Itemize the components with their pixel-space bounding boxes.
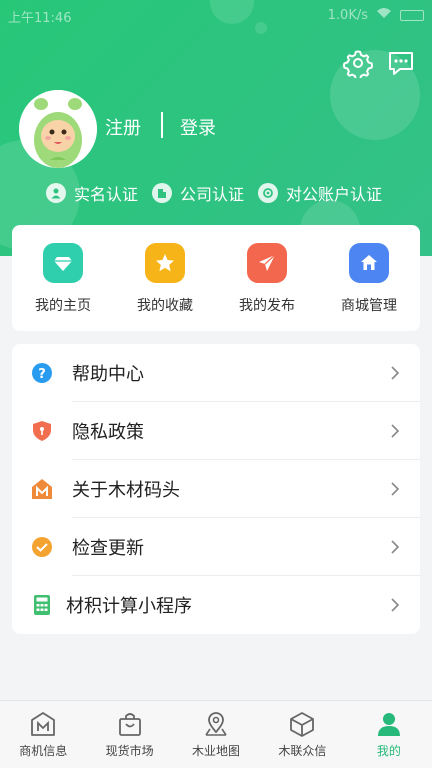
menu-label: 材积计算小程序 (66, 596, 192, 617)
chevron-right-icon (390, 365, 400, 381)
cert-real-name[interactable]: 实名认证 (46, 181, 138, 205)
register-link[interactable]: 注册 (105, 114, 141, 140)
cert-company[interactable]: 公司认证 (152, 181, 244, 205)
tab-spot-market[interactable]: 现货市场 (86, 701, 172, 768)
cert-public-account[interactable]: 对公账户认证 (258, 181, 382, 205)
tab-label: 我的 (376, 744, 401, 758)
tab-mine[interactable]: 我的 (346, 701, 432, 768)
chevron-right-icon (390, 597, 400, 613)
cert-label: 实名认证 (74, 185, 139, 204)
company-icon (152, 183, 173, 203)
settings-menu-card: ? 帮助中心 隐私政策 关于木材码头 检查更新 材积计算小程序 (12, 344, 420, 634)
tab-wood-map[interactable]: 木业地图 (173, 701, 259, 768)
quick-label: 我的收藏 (137, 298, 193, 314)
auth-divider (161, 112, 163, 138)
chevron-right-icon (390, 423, 400, 439)
star-icon (145, 243, 185, 283)
account-icon (258, 183, 279, 203)
message-icon[interactable] (386, 48, 416, 78)
bag-icon (116, 710, 144, 738)
menu-help-center[interactable]: ? 帮助中心 (12, 344, 420, 402)
menu-volume-calculator[interactable]: 材积计算小程序 (12, 576, 420, 634)
tab-business-info[interactable]: 商机信息 (0, 701, 86, 768)
quick-label: 我的发布 (239, 298, 295, 314)
quick-label: 商城管理 (341, 298, 397, 314)
cert-label: 对公账户认证 (286, 185, 383, 204)
check-icon (31, 536, 53, 558)
help-icon: ? (31, 362, 53, 384)
logo-m-icon (31, 478, 53, 500)
menu-label: 关于木材码头 (72, 480, 180, 501)
status-bar: 上午11:46 1.0K/s (0, 0, 432, 30)
menu-label: 检查更新 (72, 538, 144, 559)
shield-icon (31, 420, 53, 442)
tab-label: 木业地图 (192, 744, 241, 758)
quick-my-favorites[interactable]: 我的收藏 (114, 225, 216, 331)
tab-label: 木联众信 (278, 744, 327, 758)
quick-store-management[interactable]: 商城管理 (318, 225, 420, 331)
bottom-tab-bar: 商机信息 现货市场 木业地图 木联众信 我的 (0, 700, 432, 768)
tab-label: 现货市场 (105, 744, 154, 758)
quick-actions-card: 我的主页 我的收藏 我的发布 商城管理 (12, 225, 420, 331)
status-icons: 1.0K/s (328, 7, 424, 23)
wifi-icon (376, 7, 392, 23)
diamond-icon (43, 243, 83, 283)
network-speed: 1.0K/s (327, 7, 368, 23)
quick-label: 我的主页 (35, 298, 91, 314)
login-link[interactable]: 登录 (180, 114, 216, 140)
m-box-icon (29, 710, 57, 738)
svg-text:?: ? (38, 367, 46, 382)
status-time: 上午11:46 (8, 11, 72, 26)
cert-label: 公司认证 (180, 185, 245, 204)
person-icon (46, 183, 66, 203)
chevron-right-icon (390, 481, 400, 497)
battery-icon (400, 9, 424, 21)
user-icon (375, 710, 403, 738)
map-icon (202, 710, 230, 738)
profile-header: 上午11:46 1.0K/s 注册 登录 实名认证 公司认证 对公账户认证 (0, 0, 432, 256)
menu-label: 隐私政策 (72, 422, 144, 443)
menu-check-update[interactable]: 检查更新 (12, 518, 420, 576)
cube-icon (288, 710, 316, 738)
menu-about[interactable]: 关于木材码头 (12, 460, 420, 518)
send-icon (247, 243, 287, 283)
avatar[interactable] (19, 90, 97, 168)
chevron-right-icon (390, 539, 400, 555)
quick-my-posts[interactable]: 我的发布 (216, 225, 318, 331)
quick-my-homepage[interactable]: 我的主页 (12, 225, 114, 331)
tab-label: 商机信息 (19, 744, 68, 758)
home-icon (349, 243, 389, 283)
certification-row: 实名认证 公司认证 对公账户认证 (46, 181, 396, 205)
menu-privacy-policy[interactable]: 隐私政策 (12, 402, 420, 460)
calculator-icon (31, 594, 53, 616)
menu-label: 帮助中心 (72, 364, 144, 385)
settings-gear-icon[interactable] (343, 48, 373, 81)
tab-mulian[interactable]: 木联众信 (259, 701, 345, 768)
